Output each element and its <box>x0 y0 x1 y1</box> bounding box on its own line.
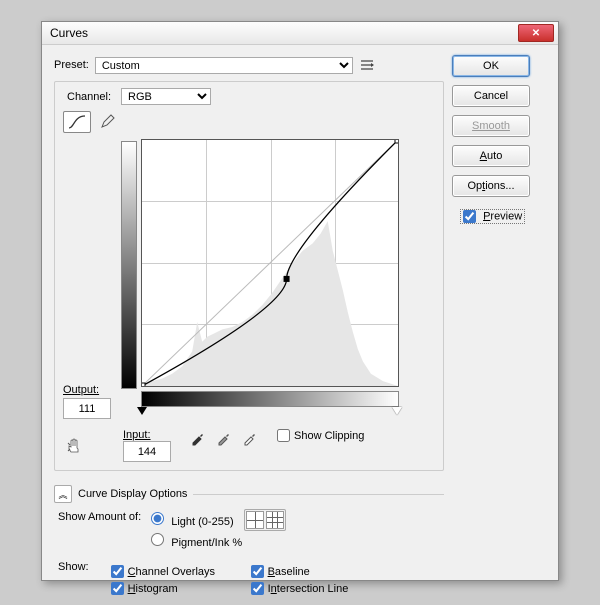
curve-tool-button[interactable] <box>63 111 91 133</box>
coarse-grid-icon[interactable] <box>246 511 264 529</box>
show-clipping-input[interactable] <box>277 429 290 442</box>
input-slider[interactable] <box>141 407 397 419</box>
close-icon: ✕ <box>532 28 540 39</box>
input-field[interactable] <box>123 441 171 462</box>
curves-dialog: Curves ✕ Preset: Custom Channel: RGB <box>41 21 559 581</box>
black-eyedropper-icon[interactable] <box>189 429 207 447</box>
curve-graph[interactable] <box>141 139 399 387</box>
show-clipping-checkbox[interactable]: Show Clipping <box>277 429 364 442</box>
output-field[interactable] <box>63 398 111 419</box>
pencil-tool-button[interactable] <box>95 111 121 131</box>
fine-grid-icon[interactable] <box>266 511 284 529</box>
output-label: Output: <box>63 384 113 396</box>
titlebar[interactable]: Curves ✕ <box>42 22 558 45</box>
target-adjust-icon[interactable] <box>65 437 83 455</box>
intersection-line-checkbox[interactable]: Intersection Line <box>251 582 391 595</box>
output-group: Output: <box>63 384 113 419</box>
input-label: Input: <box>123 429 171 441</box>
light-radio[interactable]: Light (0-255) <box>151 512 233 528</box>
baseline-checkbox[interactable]: Baseline <box>251 565 391 578</box>
gray-eyedropper-icon[interactable] <box>215 429 233 447</box>
dialog-title: Curves <box>46 26 518 40</box>
white-eyedropper-icon[interactable] <box>241 429 259 447</box>
histogram-checkbox[interactable]: Histogram <box>111 582 251 595</box>
ok-button[interactable]: OK <box>452 55 530 77</box>
show-amount-label: Show Amount of: <box>58 511 141 523</box>
display-options-label: Curve Display Options <box>78 488 187 500</box>
auto-button[interactable]: Auto <box>452 145 530 167</box>
divider <box>193 494 444 495</box>
options-button[interactable]: Options... <box>452 175 530 197</box>
show-label: Show: <box>58 561 89 595</box>
preview-checkbox[interactable]: Preview <box>460 209 525 224</box>
close-button[interactable]: ✕ <box>518 24 554 42</box>
curve-panel: Channel: RGB Output: <box>54 81 444 471</box>
white-point-slider[interactable] <box>392 407 402 415</box>
channel-label: Channel: <box>67 91 111 103</box>
output-gradient <box>121 141 137 389</box>
black-point-slider[interactable] <box>137 407 147 415</box>
channel-overlays-checkbox[interactable]: Channel Overlays <box>111 565 251 578</box>
preset-select[interactable]: Custom <box>95 57 353 74</box>
collapse-display-options-button[interactable]: ︽ <box>54 485 72 503</box>
smooth-button[interactable]: Smooth <box>452 115 530 137</box>
cancel-button[interactable]: Cancel <box>452 85 530 107</box>
pigment-radio[interactable]: Pigment/Ink % <box>151 533 242 549</box>
channel-select[interactable]: RGB <box>121 88 211 105</box>
preset-menu-icon[interactable] <box>357 55 377 75</box>
preset-label: Preset: <box>54 59 89 71</box>
chevron-up-icon: ︽ <box>58 488 67 501</box>
input-gradient <box>141 391 399 407</box>
